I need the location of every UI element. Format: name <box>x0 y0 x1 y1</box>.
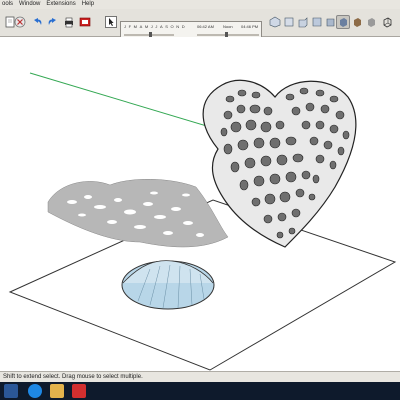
monochrome-icon[interactable] <box>364 15 378 29</box>
green-axis-line <box>29 72 221 131</box>
noon-label: Noon <box>223 24 233 29</box>
month-scale: J F M A M J J A S O N D <box>124 24 185 29</box>
month-label[interactable]: F <box>129 24 131 29</box>
model-viewport[interactable] <box>0 37 400 371</box>
folder-icon[interactable] <box>50 384 64 398</box>
iso-view-icon[interactable] <box>268 15 282 29</box>
start-time-label: 06:42 AM <box>197 24 214 29</box>
toolbar: J F M A M J J A S O N D 06:42 AM Noon 04… <box>0 9 400 41</box>
model-info-icon[interactable] <box>78 15 92 29</box>
month-label[interactable]: M <box>145 24 148 29</box>
month-label[interactable]: A <box>140 24 143 29</box>
month-label[interactable]: M <box>134 24 137 29</box>
month-label[interactable]: O <box>171 24 174 29</box>
os-taskbar <box>0 382 400 400</box>
menu-extensions[interactable]: Extensions <box>46 0 75 9</box>
menu-tools[interactable]: ools <box>2 0 13 9</box>
textured-icon[interactable] <box>350 15 364 29</box>
status-bar: Shift to extend select. Drag mouse to se… <box>0 371 400 382</box>
month-label[interactable]: S <box>165 24 168 29</box>
ie-browser-icon[interactable] <box>28 384 42 398</box>
shaded-icon[interactable] <box>336 15 350 29</box>
top-view-icon[interactable] <box>282 15 296 29</box>
scene-drawing <box>8 72 397 371</box>
month-label[interactable]: J <box>155 24 157 29</box>
status-text: Shift to extend select. Drag mouse to se… <box>3 374 143 380</box>
print-icon[interactable] <box>62 15 76 29</box>
month-label[interactable]: J <box>151 24 153 29</box>
front-view-icon[interactable] <box>296 15 310 29</box>
month-label[interactable]: N <box>176 24 179 29</box>
undo-icon[interactable] <box>30 15 44 29</box>
month-label[interactable]: A <box>160 24 163 29</box>
menu-bar: ools Window Extensions Help <box>0 0 400 9</box>
xray-icon[interactable] <box>380 15 394 29</box>
file-explorer-icon[interactable] <box>4 384 18 398</box>
month-label[interactable]: J <box>124 24 126 29</box>
month-label[interactable]: D <box>182 24 185 29</box>
menu-help[interactable]: Help <box>82 0 94 9</box>
redo-icon[interactable] <box>46 15 60 29</box>
select-tool-icon[interactable] <box>104 15 118 29</box>
right-view-icon[interactable] <box>310 15 324 29</box>
sketchup-icon[interactable] <box>72 384 86 398</box>
menu-window[interactable]: Window <box>19 0 40 9</box>
end-time-label: 04:46 PM <box>241 24 259 29</box>
time-slider[interactable] <box>197 34 259 36</box>
error-icon[interactable] <box>13 15 27 29</box>
